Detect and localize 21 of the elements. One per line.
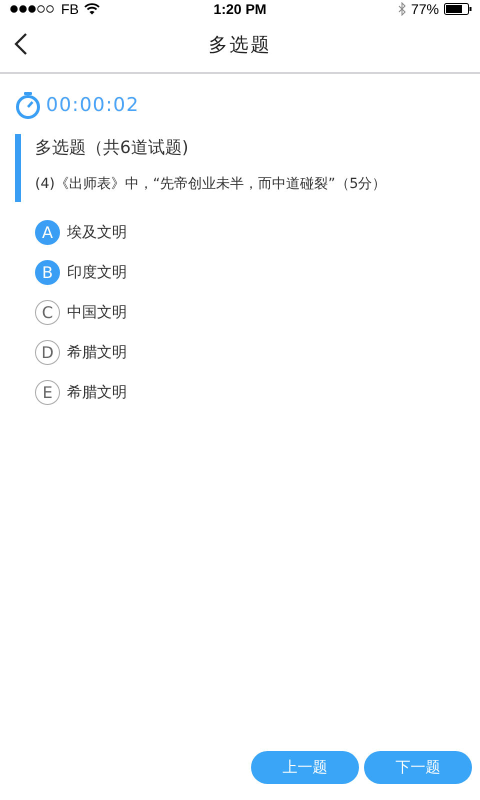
status-time: 1:20 PM xyxy=(214,1,266,17)
page-title: 多选题 xyxy=(208,33,272,58)
option-letter[interactable]: C xyxy=(35,300,60,325)
timer-text: 00:00:02 xyxy=(46,94,140,116)
option-text[interactable]: 希腊文明 xyxy=(67,383,127,402)
signal-icon xyxy=(10,5,56,13)
carrier-name: FB xyxy=(61,1,79,17)
option-letter[interactable]: D xyxy=(35,340,60,365)
battery-percent: 77% xyxy=(410,1,439,17)
option-text[interactable]: 印度文明 xyxy=(67,263,127,282)
option-letter[interactable]: E xyxy=(35,380,60,405)
section-heading: 多选题（共6道试题) xyxy=(35,137,190,160)
bluetooth-icon xyxy=(398,2,406,16)
stopwatch-icon xyxy=(14,91,42,119)
option-text[interactable]: 埃及文明 xyxy=(67,223,127,242)
battery-icon xyxy=(444,3,472,15)
back-icon xyxy=(14,32,28,56)
option-text[interactable]: 希腊文明 xyxy=(67,343,127,362)
option-text[interactable]: 中国文明 xyxy=(67,303,127,322)
wifi-icon xyxy=(84,3,100,15)
question-text: (4)《出师表》中，“先帝创业未半，而中道碰裂”（5分） xyxy=(35,175,388,194)
